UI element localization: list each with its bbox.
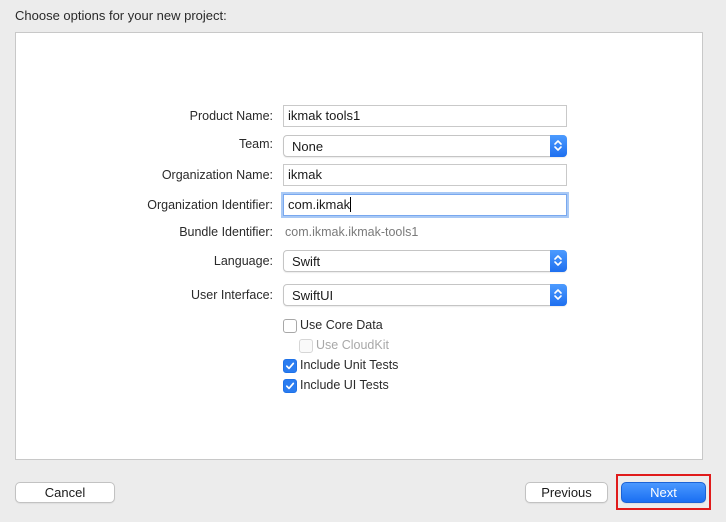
checkmark-icon[interactable]	[283, 379, 297, 393]
product-name-label: Product Name:	[189, 109, 273, 123]
use-core-data-label: Use Core Data	[300, 318, 383, 332]
user-interface-popup[interactable]: SwiftUI	[283, 284, 567, 306]
organization-identifier-label: Organization Identifier:	[147, 198, 273, 212]
checkbox-box	[299, 339, 313, 353]
checkmark-icon[interactable]	[283, 359, 297, 373]
organization-name-value: ikmak	[288, 167, 322, 182]
include-ui-tests-label: Include UI Tests	[300, 378, 389, 392]
checkbox-box[interactable]	[283, 319, 297, 333]
organization-identifier-field[interactable]: com.ikmak	[283, 194, 567, 216]
highlight-box	[616, 474, 711, 510]
include-unit-tests-label: Include Unit Tests	[300, 358, 399, 372]
chevron-up-down-icon	[550, 250, 567, 272]
organization-name-field[interactable]: ikmak	[283, 164, 567, 186]
team-value: None	[292, 139, 324, 154]
organization-identifier-value: com.ikmak	[288, 197, 351, 212]
cancel-button[interactable]: Cancel	[15, 482, 115, 503]
product-name-field[interactable]: ikmak tools1	[283, 105, 567, 127]
text-caret	[350, 197, 352, 212]
team-label: Team:	[238, 137, 273, 151]
bundle-identifier-value: com.ikmak.ikmak-tools1	[285, 225, 419, 239]
use-cloudkit-label: Use CloudKit	[316, 338, 389, 352]
options-panel	[15, 32, 703, 460]
dialog-title: Choose options for your new project:	[15, 8, 227, 23]
user-interface-label: User Interface:	[191, 288, 273, 302]
bundle-identifier-label: Bundle Identifier:	[179, 225, 273, 239]
language-value: Swift	[292, 254, 321, 269]
chevron-up-down-icon	[550, 135, 567, 157]
language-popup[interactable]: Swift	[283, 250, 567, 272]
organization-name-label: Organization Name:	[161, 168, 273, 182]
previous-button[interactable]: Previous	[525, 482, 608, 503]
chevron-up-down-icon	[550, 284, 567, 306]
language-label: Language:	[213, 254, 273, 268]
user-interface-value: SwiftUI	[292, 288, 334, 303]
team-popup[interactable]: None	[283, 135, 567, 157]
product-name-value: ikmak tools1	[288, 108, 361, 123]
